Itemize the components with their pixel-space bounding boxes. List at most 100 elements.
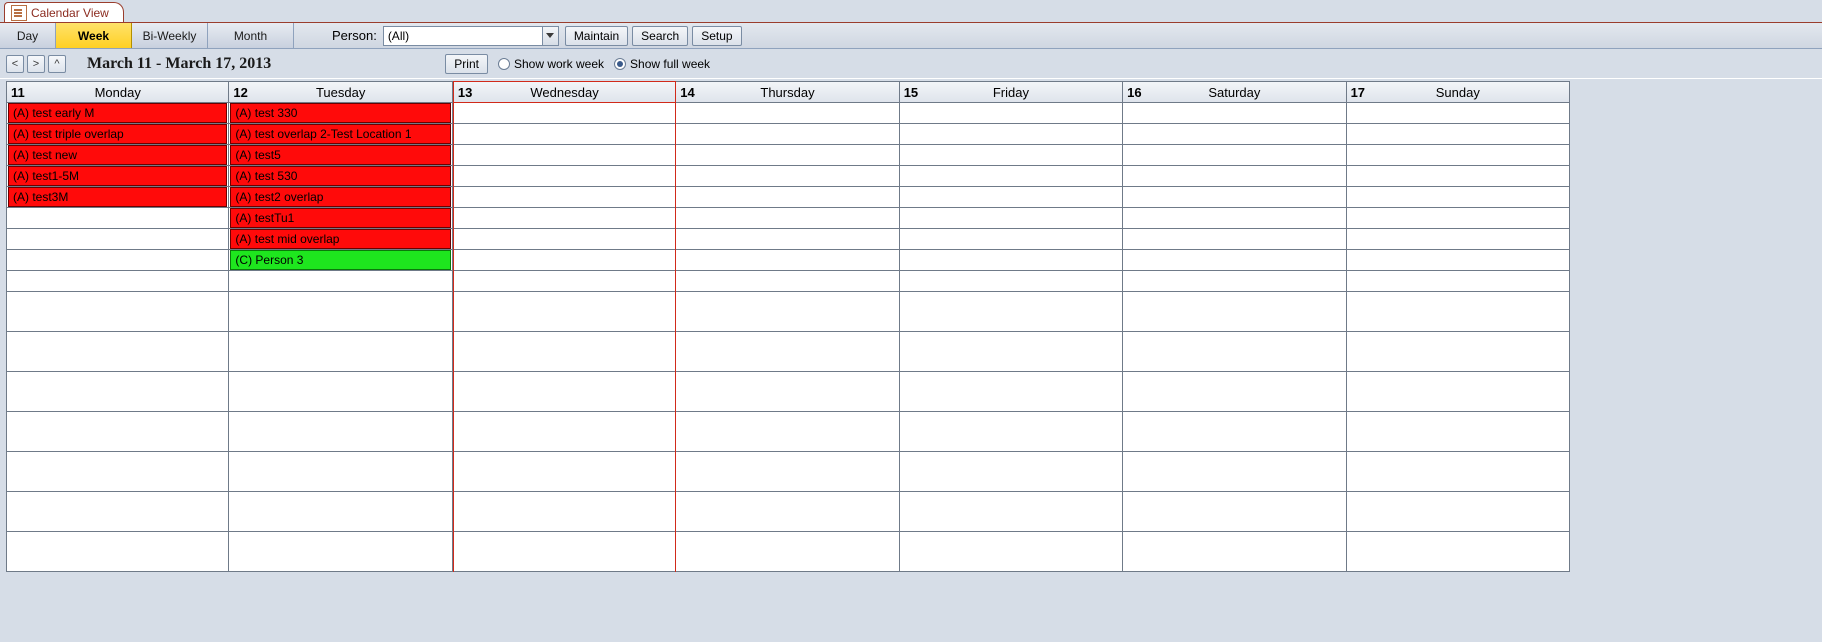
calendar-cell[interactable]: (A) test mid overlap bbox=[229, 229, 451, 250]
calendar-cell[interactable] bbox=[7, 532, 228, 572]
maintain-button[interactable]: Maintain bbox=[565, 26, 628, 46]
calendar-cell[interactable] bbox=[1123, 166, 1345, 187]
calendar-cell[interactable] bbox=[900, 250, 1122, 271]
radio-work-week-label[interactable]: Show work week bbox=[514, 57, 604, 71]
calendar-cell[interactable] bbox=[454, 372, 675, 412]
calendar-cell[interactable] bbox=[1347, 292, 1569, 332]
appointment[interactable]: (A) test 330 bbox=[230, 103, 450, 123]
calendar-cell[interactable] bbox=[7, 332, 228, 372]
calendar-cell[interactable] bbox=[1123, 452, 1345, 492]
calendar-cell[interactable]: (A) test overlap 2-Test Location 1 bbox=[229, 124, 451, 145]
appointment[interactable]: (A) test early M bbox=[8, 103, 227, 123]
calendar-cell[interactable] bbox=[900, 532, 1122, 572]
day-header-monday[interactable]: 11 Monday bbox=[6, 81, 229, 103]
calendar-cell[interactable]: (A) test early M bbox=[7, 103, 228, 124]
calendar-cell[interactable] bbox=[900, 492, 1122, 532]
calendar-cell[interactable] bbox=[7, 208, 228, 229]
day-header-saturday[interactable]: 16 Saturday bbox=[1123, 81, 1346, 103]
calendar-cell[interactable] bbox=[1347, 271, 1569, 292]
appointment[interactable]: (A) testTu1 bbox=[230, 208, 450, 228]
calendar-cell[interactable] bbox=[7, 271, 228, 292]
calendar-cell[interactable] bbox=[900, 332, 1122, 372]
calendar-cell[interactable] bbox=[454, 145, 675, 166]
calendar-cell[interactable] bbox=[7, 412, 228, 452]
calendar-cell[interactable] bbox=[454, 532, 675, 572]
radio-full-week[interactable] bbox=[614, 58, 626, 70]
calendar-cell[interactable] bbox=[1347, 208, 1569, 229]
calendar-cell[interactable] bbox=[900, 145, 1122, 166]
calendar-cell[interactable] bbox=[676, 292, 898, 332]
calendar-cell[interactable] bbox=[676, 372, 898, 412]
calendar-cell[interactable] bbox=[1123, 229, 1345, 250]
calendar-cell[interactable] bbox=[1123, 208, 1345, 229]
calendar-cell[interactable] bbox=[676, 166, 898, 187]
view-tab-day[interactable]: Day bbox=[0, 23, 56, 48]
calendar-cell[interactable] bbox=[676, 452, 898, 492]
radio-full-week-label[interactable]: Show full week bbox=[630, 57, 710, 71]
calendar-cell[interactable] bbox=[454, 229, 675, 250]
calendar-cell[interactable] bbox=[676, 208, 898, 229]
calendar-cell[interactable] bbox=[900, 229, 1122, 250]
next-button[interactable]: > bbox=[27, 55, 45, 73]
day-column-sunday[interactable] bbox=[1347, 103, 1570, 572]
calendar-cell[interactable] bbox=[676, 332, 898, 372]
calendar-cell[interactable] bbox=[454, 187, 675, 208]
calendar-cell[interactable] bbox=[7, 372, 228, 412]
appointment[interactable]: (A) test new bbox=[8, 145, 227, 165]
calendar-cell[interactable] bbox=[1123, 292, 1345, 332]
day-header-tuesday[interactable]: 12 Tuesday bbox=[229, 81, 452, 103]
appointment[interactable]: (A) test3M bbox=[8, 187, 227, 207]
calendar-cell[interactable] bbox=[676, 271, 898, 292]
calendar-cell[interactable] bbox=[229, 332, 451, 372]
day-column-thursday[interactable] bbox=[676, 103, 899, 572]
calendar-cell[interactable] bbox=[454, 412, 675, 452]
calendar-cell[interactable] bbox=[1123, 271, 1345, 292]
calendar-cell[interactable] bbox=[454, 332, 675, 372]
calendar-cell[interactable] bbox=[454, 492, 675, 532]
calendar-cell[interactable] bbox=[676, 412, 898, 452]
calendar-cell[interactable] bbox=[1123, 124, 1345, 145]
print-button[interactable]: Print bbox=[445, 54, 488, 74]
calendar-cell[interactable] bbox=[1347, 452, 1569, 492]
setup-button[interactable]: Setup bbox=[692, 26, 741, 46]
day-header-sunday[interactable]: 17 Sunday bbox=[1347, 81, 1570, 103]
calendar-cell[interactable] bbox=[454, 250, 675, 271]
calendar-cell[interactable] bbox=[1347, 250, 1569, 271]
calendar-cell[interactable] bbox=[900, 166, 1122, 187]
calendar-cell[interactable] bbox=[454, 452, 675, 492]
calendar-cell[interactable] bbox=[676, 145, 898, 166]
calendar-cell[interactable] bbox=[7, 229, 228, 250]
calendar-cell[interactable] bbox=[454, 271, 675, 292]
calendar-cell[interactable] bbox=[1347, 412, 1569, 452]
calendar-cell[interactable] bbox=[676, 124, 898, 145]
day-header-friday[interactable]: 15 Friday bbox=[900, 81, 1123, 103]
day-column-monday[interactable]: (A) test early M(A) test triple overlap(… bbox=[6, 103, 229, 572]
calendar-cell[interactable] bbox=[1123, 492, 1345, 532]
calendar-cell[interactable] bbox=[454, 208, 675, 229]
up-button[interactable]: ^ bbox=[48, 55, 66, 73]
calendar-cell[interactable] bbox=[229, 452, 451, 492]
calendar-cell[interactable] bbox=[7, 492, 228, 532]
day-column-wednesday[interactable] bbox=[453, 103, 676, 572]
appointment[interactable]: (A) test triple overlap bbox=[8, 124, 227, 144]
appointment[interactable]: (A) test 530 bbox=[230, 166, 450, 186]
calendar-cell[interactable] bbox=[1347, 372, 1569, 412]
calendar-cell[interactable] bbox=[1123, 412, 1345, 452]
calendar-cell[interactable] bbox=[1347, 187, 1569, 208]
view-tab-week[interactable]: Week bbox=[56, 23, 132, 48]
calendar-cell[interactable] bbox=[1123, 250, 1345, 271]
day-header-thursday[interactable]: 14 Thursday bbox=[676, 81, 899, 103]
prev-button[interactable]: < bbox=[6, 55, 24, 73]
appointment[interactable]: (A) test5 bbox=[230, 145, 450, 165]
calendar-cell[interactable] bbox=[1347, 332, 1569, 372]
appointment[interactable]: (A) test overlap 2-Test Location 1 bbox=[230, 124, 450, 144]
appointment[interactable]: (A) test1-5M bbox=[8, 166, 227, 186]
appointment[interactable]: (A) test mid overlap bbox=[230, 229, 450, 249]
calendar-cell[interactable] bbox=[454, 292, 675, 332]
calendar-cell[interactable] bbox=[7, 250, 228, 271]
calendar-cell[interactable] bbox=[229, 532, 451, 572]
calendar-cell[interactable]: (C) Person 3 bbox=[229, 250, 451, 271]
calendar-cell[interactable]: (A) test 530 bbox=[229, 166, 451, 187]
calendar-cell[interactable]: (A) test2 overlap bbox=[229, 187, 451, 208]
calendar-cell[interactable] bbox=[229, 412, 451, 452]
